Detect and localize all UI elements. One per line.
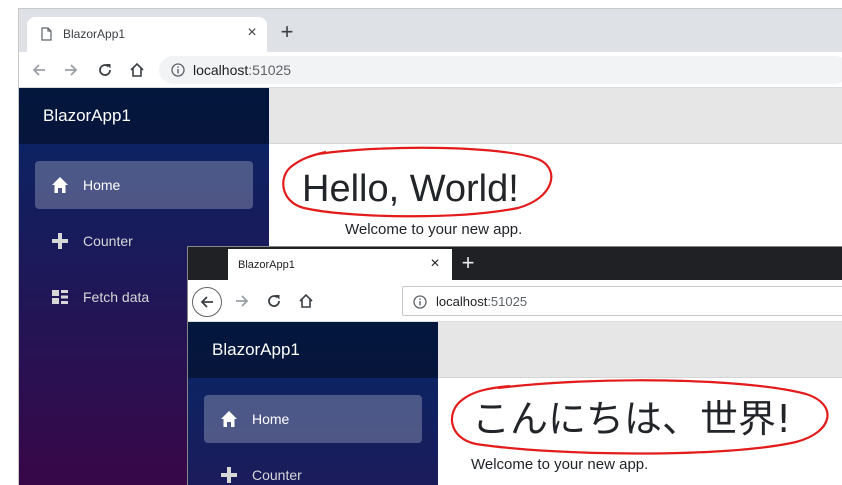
welcome-text: Welcome to your new app.	[471, 456, 649, 473]
close-tab-icon[interactable]: ×	[426, 255, 444, 273]
app-brand[interactable]: BlazorApp1	[43, 106, 131, 126]
nav-item-home[interactable]: Home	[35, 161, 253, 209]
reload-icon	[99, 64, 111, 76]
nav-item-label: Counter	[83, 233, 133, 249]
url-host: localhost	[193, 62, 249, 78]
welcome-text: Welcome to your new app.	[345, 221, 523, 238]
tab-title: BlazorApp1	[63, 27, 126, 41]
home-button[interactable]	[294, 289, 318, 313]
new-tab-button[interactable]: +	[458, 252, 478, 274]
home-icon	[52, 177, 68, 193]
nav-item-home[interactable]: Home	[204, 395, 422, 443]
page-heading: こんにちは、世界!	[472, 397, 792, 441]
address-bar[interactable]: localhost:51025	[159, 56, 842, 84]
browser-tab[interactable]: BlazorApp1 ×	[27, 17, 267, 52]
back-button[interactable]	[192, 287, 222, 317]
close-tab-icon[interactable]: ×	[243, 24, 261, 42]
arrow-right-icon	[236, 295, 249, 307]
nav-item-label: Home	[252, 411, 290, 427]
arrow-right-icon	[65, 64, 78, 76]
top-row	[269, 88, 842, 144]
list-icon	[52, 290, 68, 304]
page-heading: Hello, World!	[302, 168, 519, 210]
browser-toolbar: localhost:51025	[188, 280, 842, 322]
brand-bar: BlazorApp1	[19, 88, 269, 144]
arrow-left-icon	[32, 64, 45, 76]
page-icon	[41, 27, 52, 41]
nav-item-label: Home	[83, 177, 121, 193]
arrow-left-icon	[200, 296, 213, 308]
nav-item-counter[interactable]: Counter	[204, 451, 422, 485]
info-icon	[413, 295, 427, 309]
url-port: :51025	[487, 294, 528, 309]
url-text[interactable]: localhost:51025	[436, 294, 527, 309]
plus-icon	[221, 467, 237, 483]
app-brand[interactable]: BlazorApp1	[212, 340, 300, 360]
plus-icon	[52, 233, 68, 249]
top-row	[438, 322, 842, 378]
sidebar: BlazorApp1 Home Counter	[188, 322, 438, 485]
home-button[interactable]	[125, 58, 149, 82]
home-outline-icon	[130, 62, 144, 77]
reload-icon	[268, 295, 280, 307]
forward-button[interactable]	[59, 58, 83, 82]
url-text[interactable]: localhost:51025	[193, 62, 291, 78]
nav-item-label: Fetch data	[83, 289, 150, 305]
browser-toolbar: localhost:51025	[19, 52, 842, 88]
tab-title: BlazorApp1	[238, 259, 295, 271]
browser-window-japanese: BlazorApp1 × + localhost:51025 BlazorApp…	[187, 246, 842, 485]
info-icon	[171, 63, 185, 77]
tab-strip: BlazorApp1 × +	[19, 9, 842, 52]
reload-button[interactable]	[262, 289, 286, 313]
back-button[interactable]	[27, 58, 51, 82]
nav-item-label: Counter	[252, 467, 302, 483]
home-outline-icon	[299, 293, 313, 308]
screenshot-canvas: BlazorApp1 × + localhost:51025 BlazorApp…	[0, 0, 842, 485]
url-port: :51025	[248, 62, 292, 78]
address-bar[interactable]: localhost:51025	[402, 286, 842, 316]
url-host: localhost	[436, 294, 488, 309]
home-icon	[221, 411, 237, 427]
browser-tab[interactable]: BlazorApp1 ×	[228, 249, 452, 280]
brand-bar: BlazorApp1	[188, 322, 438, 378]
tab-strip: BlazorApp1 × +	[188, 247, 842, 280]
forward-button[interactable]	[230, 289, 254, 313]
reload-button[interactable]	[93, 58, 117, 82]
new-tab-button[interactable]: +	[277, 21, 297, 43]
